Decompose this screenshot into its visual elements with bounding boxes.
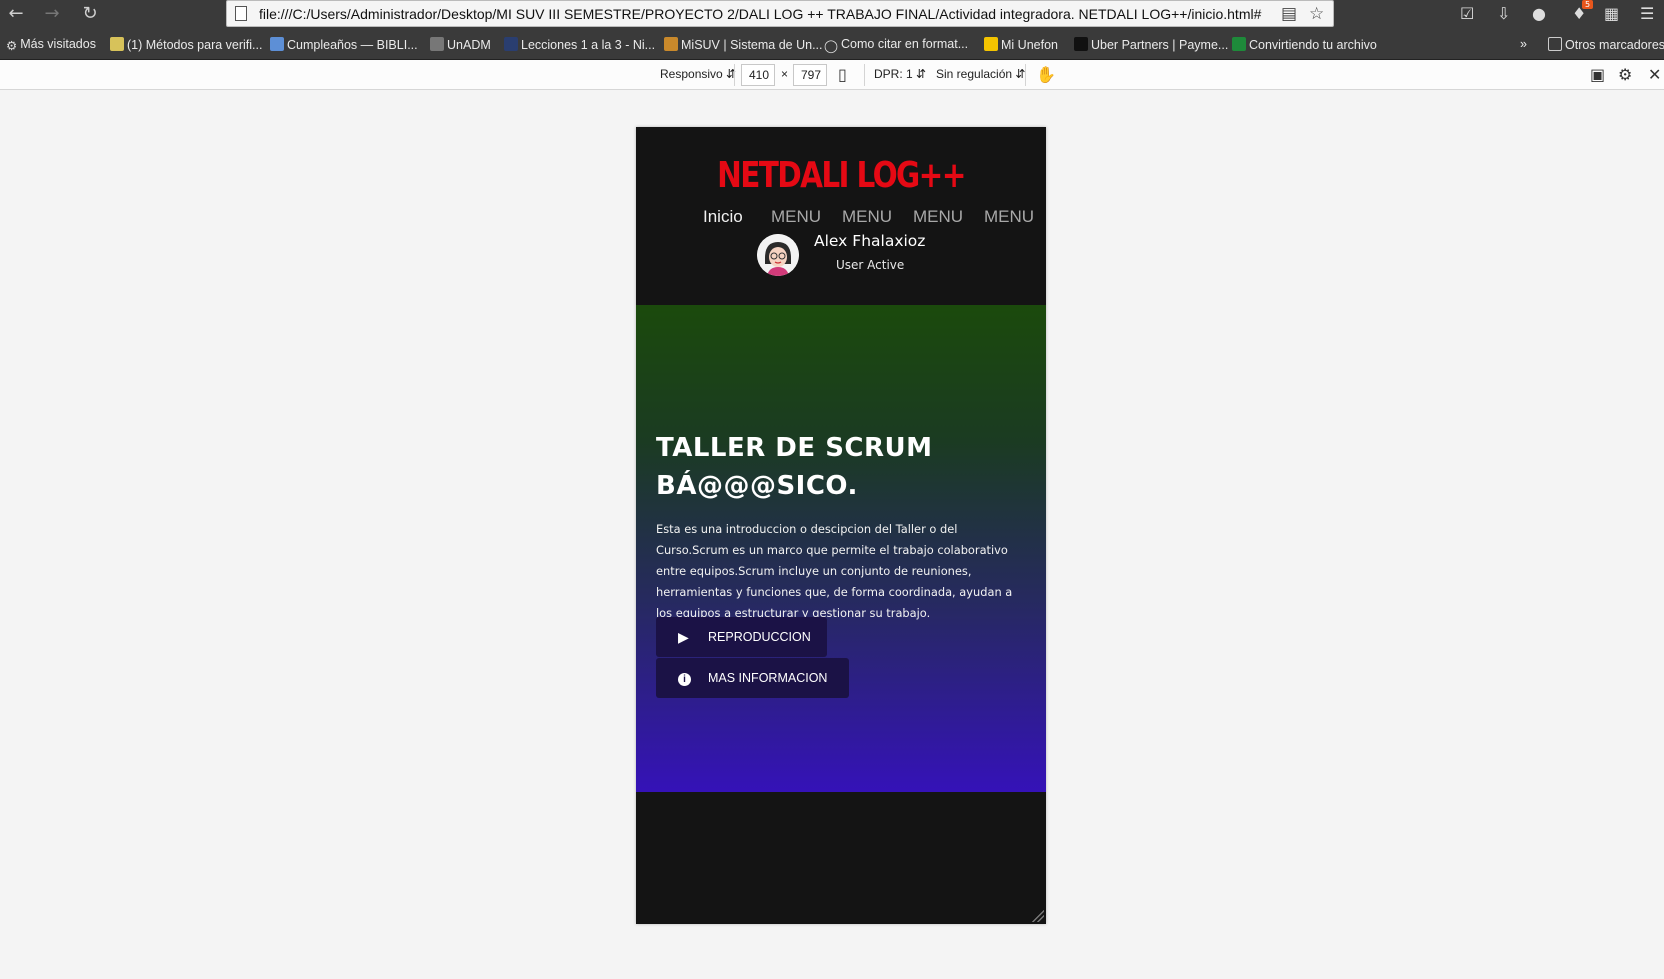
notification-badge: 5 [1582, 0, 1594, 9]
avatar[interactable] [757, 234, 799, 276]
bookmark-otros[interactable]: Otros marcadores [1548, 37, 1664, 53]
bookmarks-overflow-icon[interactable]: » [1520, 37, 1527, 53]
globe-icon: ◯ [824, 39, 838, 53]
site-icon [1232, 37, 1246, 51]
device-select[interactable]: Responsivo ⇵ [660, 67, 736, 81]
download-icon[interactable]: ⇩ [1497, 4, 1510, 23]
menu-icon[interactable]: ☰ [1640, 4, 1654, 23]
browser-toolbar: ← → ↻ file:///C:/Users/Administrador/Des… [0, 0, 1664, 29]
back-icon[interactable]: ← [4, 3, 28, 25]
bookmark-lecciones[interactable]: Lecciones 1 a la 3 - Ni... [504, 37, 655, 53]
play-button[interactable]: ▶ REPRODUCCION [656, 617, 827, 657]
bookmark-cumpleanos[interactable]: Cumpleaños — BIBLI... [270, 37, 418, 53]
settings-icon[interactable]: ⚙ [1618, 65, 1632, 84]
site-icon [984, 37, 998, 51]
bookmark-misuv[interactable]: MiSUV | Sistema de Un... [664, 37, 823, 53]
bookmark-star-icon[interactable]: ☆ [1309, 4, 1324, 24]
site-icon [504, 37, 518, 51]
site-icon [270, 37, 284, 51]
bookmark-mas-visitados[interactable]: ⚙ Más visitados [6, 37, 96, 53]
user-name: Alex Fhalaxioz [814, 232, 926, 250]
height-input[interactable]: 797 [793, 64, 827, 86]
bookmark-mi-unefon[interactable]: Mi Unefon [984, 37, 1058, 53]
forward-icon[interactable]: → [40, 3, 64, 25]
page-icon [235, 6, 247, 21]
user-status: User Active [836, 258, 905, 272]
library-icon[interactable]: ▦ [1604, 4, 1619, 23]
bookmark-convirtiendo[interactable]: Convirtiendo tu archivo [1232, 37, 1377, 53]
info-icon: i [678, 658, 691, 698]
url-text[interactable]: file:///C:/Users/Administrador/Desktop/M… [259, 6, 1261, 22]
viewport-canvas: NETDALI LOG++ Inicio MENU MENU MENU MENU [0, 90, 1664, 979]
play-icon: ▶ [678, 629, 689, 645]
reload-icon[interactable]: ↻ [78, 3, 102, 25]
site-icon [110, 37, 124, 51]
bookmark-unadm[interactable]: UnADM [430, 37, 491, 53]
pocket-icon[interactable]: ☑ [1460, 4, 1474, 23]
divider [734, 64, 735, 86]
nav-menu-1[interactable]: MENU [771, 207, 821, 227]
hero-description: Esta es una introduccion o descipcion de… [656, 522, 1013, 620]
site-icon [664, 37, 678, 51]
throttling-select[interactable]: Sin regulación ⇵ [936, 67, 1025, 81]
main-nav: Inicio MENU MENU MENU MENU [666, 207, 1034, 231]
rotate-icon[interactable]: ▯ [838, 65, 847, 84]
extension-icon[interactable]: ● [1532, 4, 1546, 23]
folder-icon [1548, 37, 1562, 51]
hero-title: TALLER DE SCRUM BÁ@@@SICO. [656, 433, 933, 501]
bookmark-uber[interactable]: Uber Partners | Payme... [1074, 37, 1228, 53]
width-input[interactable]: 410 [741, 64, 775, 86]
reader-view-icon[interactable]: ▤ [1281, 4, 1297, 24]
gear-icon: ⚙ [6, 39, 18, 53]
touch-simulation-icon[interactable]: ✋ [1036, 65, 1056, 84]
divider [1025, 64, 1026, 86]
screenshot-icon[interactable]: ▣ [1590, 65, 1605, 84]
site-viewport: NETDALI LOG++ Inicio MENU MENU MENU MENU [636, 127, 1046, 924]
site-icon [1074, 37, 1088, 51]
play-button-label: REPRODUCCION [708, 630, 811, 644]
site-logo[interactable]: NETDALI LOG++ [673, 155, 1009, 196]
site-icon [430, 37, 444, 51]
dpr-select[interactable]: DPR: 1 ⇵ [874, 67, 926, 81]
hero-section: TALLER DE SCRUM BÁ@@@SICO. Esta es una i… [636, 305, 1046, 792]
site-header: NETDALI LOG++ Inicio MENU MENU MENU MENU [636, 127, 1046, 305]
more-info-button[interactable]: i MAS INFORMACION [656, 658, 849, 698]
nav-menu-4[interactable]: MENU [984, 207, 1034, 227]
bookmark-metodos[interactable]: (1) Métodos para verifi... [110, 37, 262, 53]
close-icon[interactable]: ✕ [1648, 65, 1661, 84]
nav-menu-3[interactable]: MENU [913, 207, 963, 227]
nav-menu-2[interactable]: MENU [842, 207, 892, 227]
nav-inicio[interactable]: Inicio [703, 207, 743, 227]
bookmarks-bar: ⚙ Más visitados (1) Métodos para verifi..… [0, 29, 1664, 60]
responsive-toolbar: Responsivo ⇵ 410 × 797 ▯ DPR: 1 ⇵ Sin re… [0, 60, 1664, 90]
address-bar[interactable]: file:///C:/Users/Administrador/Desktop/M… [226, 0, 1334, 27]
resize-handle[interactable] [1032, 910, 1044, 922]
more-info-button-label: MAS INFORMACION [708, 671, 828, 685]
bookmark-como-citar[interactable]: ◯ Como citar en format... [824, 37, 968, 53]
divider [864, 64, 865, 86]
dimension-separator: × [781, 67, 789, 81]
